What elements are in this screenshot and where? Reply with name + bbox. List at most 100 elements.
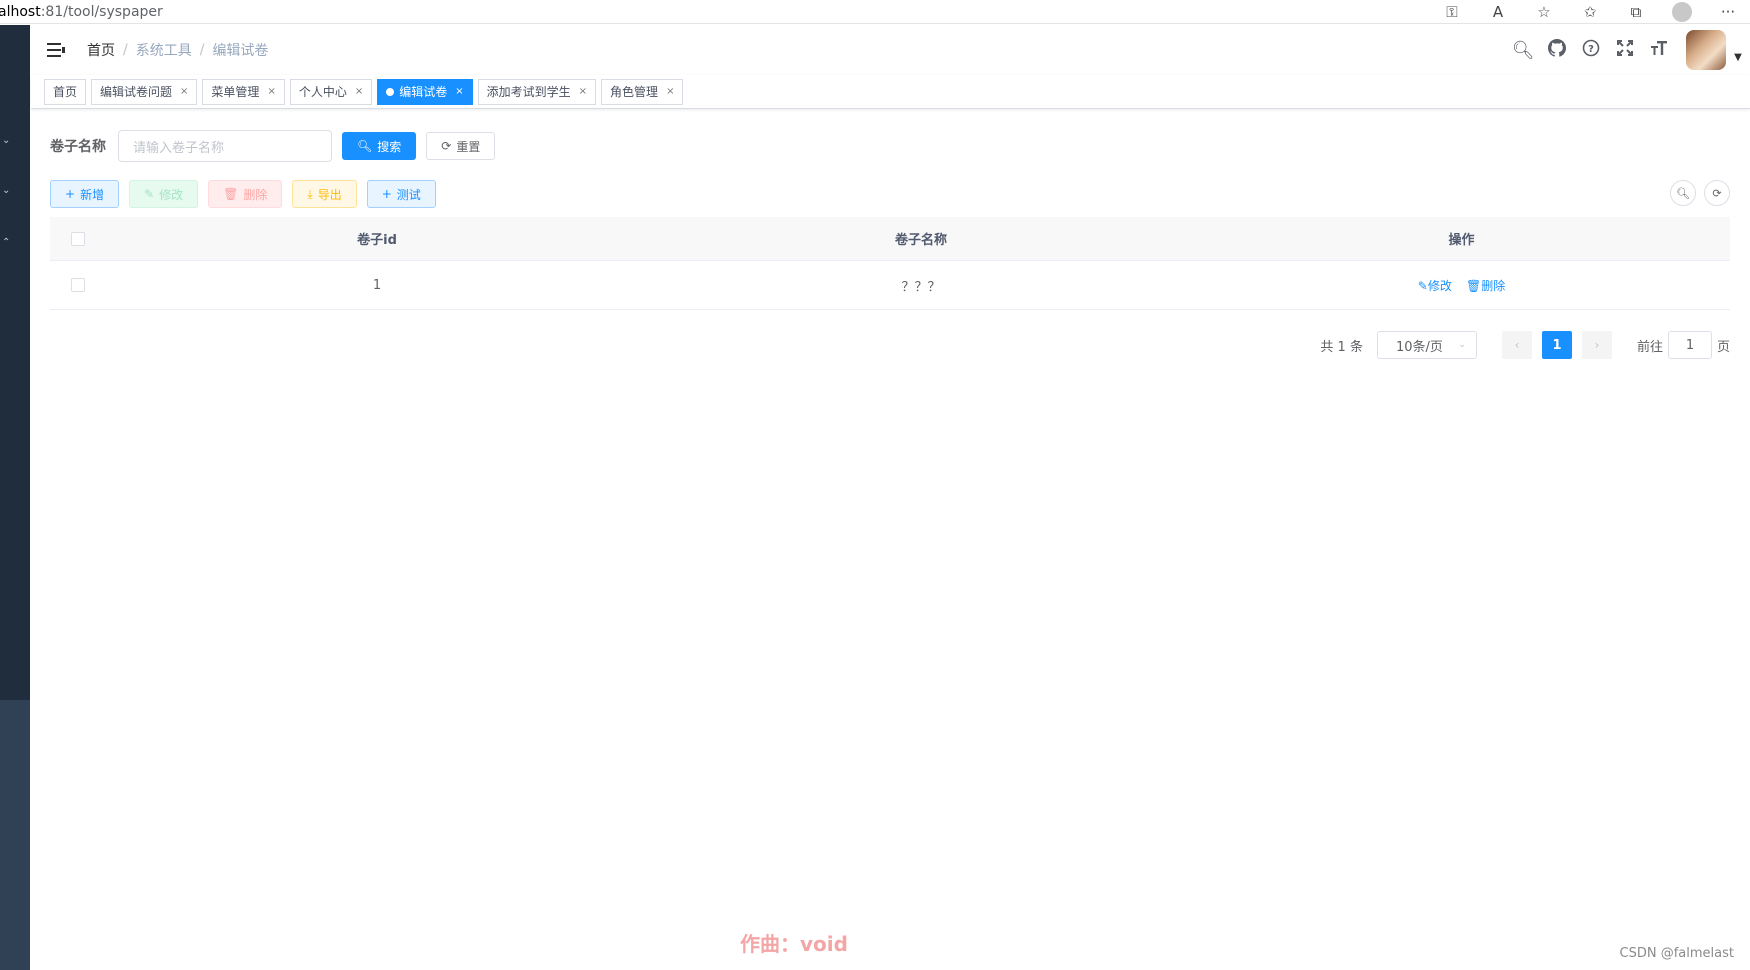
download-icon: ⤓ — [307, 186, 313, 201]
navbar-right-menu: 🔍︎ ? ▼ — [1506, 25, 1750, 75]
table-right-tools: 🔍︎ ⟳ — [1670, 180, 1730, 206]
plus-icon: + — [381, 187, 392, 201]
tag-label: 编辑试卷问题 — [100, 85, 173, 99]
url-host: alhost — [0, 3, 41, 20]
browser-profile-icon[interactable] — [1672, 2, 1692, 22]
breadcrumb: 首页 / 系统工具 / 编辑试卷 — [87, 40, 268, 60]
edit-label: 修改 — [159, 187, 184, 202]
test-button[interactable]: + 测试 — [366, 180, 436, 208]
page-number-current[interactable]: 1 — [1541, 331, 1572, 359]
toggle-search-icon[interactable]: 🔍︎ — [1670, 180, 1696, 206]
search-icon: 🔍︎ — [357, 139, 373, 153]
refresh-icon[interactable]: ⟳ — [1704, 180, 1730, 206]
row-select-cell — [50, 278, 105, 292]
select-all-cell — [50, 231, 105, 246]
tag-edit-paper-questions[interactable]: 编辑试卷问题 × — [91, 78, 198, 105]
favorite-add-icon[interactable]: ☆ — [1534, 4, 1554, 20]
refresh-icon: ⟳ — [441, 139, 452, 153]
edit-icon: ✎ — [1417, 278, 1428, 293]
close-icon[interactable]: × — [455, 86, 463, 97]
chevron-up-icon[interactable]: ⌃ — [2, 237, 16, 248]
search-placeholder: 请输入卷子名称 — [133, 140, 225, 156]
tag-label: 角色管理 — [610, 85, 659, 99]
paper-name-input[interactable]: 请输入卷子名称 — [118, 130, 332, 162]
page-size-select[interactable]: 10条/页 ⌄ — [1376, 331, 1477, 359]
close-icon[interactable]: × — [267, 86, 275, 97]
breadcrumb-home[interactable]: 首页 — [87, 40, 115, 60]
favorites-icon[interactable]: ✩ — [1580, 4, 1600, 20]
csdn-credit: CSDN @falmelast — [1619, 946, 1734, 961]
data-table: 卷子id 卷子名称 操作 1 ？？？ ✎修改 🗑︎删除 — [50, 217, 1730, 310]
goto-value: 1 — [1685, 337, 1695, 353]
search-icon[interactable]: 🔍︎ — [1506, 40, 1540, 61]
search-button[interactable]: 🔍︎ 搜索 — [342, 132, 417, 160]
key-icon[interactable]: ⚿ — [1442, 4, 1462, 20]
column-header-name: 卷子名称 — [894, 233, 947, 248]
row-delete-label: 删除 — [1481, 278, 1506, 293]
more-icon[interactable]: ··· — [1718, 4, 1738, 20]
font-size-icon[interactable] — [1642, 39, 1676, 62]
hamburger-icon[interactable] — [47, 43, 65, 57]
delete-label: 删除 — [243, 187, 268, 202]
edit-button[interactable]: ✎ 修改 — [129, 180, 199, 208]
table-row: 1 ？？？ ✎修改 🗑︎删除 — [50, 261, 1730, 310]
pagination: 共 1 条 10条/页 ⌄ ‹ 1 › 前往 1 页 — [1320, 331, 1730, 359]
next-page-button[interactable]: › — [1581, 331, 1612, 359]
browser-toolbar: ⚿ A ☆ ✩ ⧉ ··· — [1442, 0, 1738, 24]
close-icon[interactable]: × — [180, 86, 188, 97]
url-path: :81/tool/syspaper — [40, 3, 163, 20]
tag-label: 首页 — [53, 85, 78, 99]
chevron-left-icon: ‹ — [1514, 338, 1520, 352]
row-delete-button[interactable]: 🗑︎删除 — [1466, 279, 1505, 293]
chevron-down-icon[interactable]: ⌄ — [2, 185, 16, 196]
close-icon[interactable]: × — [355, 86, 363, 97]
pagination-total: 共 1 条 — [1320, 339, 1363, 355]
search-label: 卷子名称 — [50, 139, 106, 155]
delete-button[interactable]: 🗑︎ 删除 — [208, 180, 283, 208]
column-header-actions: 操作 — [1448, 233, 1475, 248]
search-form: 卷子名称 请输入卷子名称 🔍︎ 搜索 ⟳ 重置 — [50, 130, 496, 162]
help-icon[interactable]: ? — [1574, 39, 1608, 62]
row-checkbox[interactable] — [70, 278, 85, 292]
url-text[interactable]: alhost:81/tool/syspaper — [0, 4, 163, 20]
export-button[interactable]: ⤓ 导出 — [292, 180, 357, 208]
chevron-down-icon[interactable]: ⌄ — [2, 135, 16, 146]
tag-add-exam-to-student[interactable]: 添加考试到学生 × — [477, 78, 597, 105]
tag-profile[interactable]: 个人中心 × — [289, 78, 373, 105]
close-icon[interactable]: × — [579, 86, 587, 97]
toolbar: + 新增 ✎ 修改 🗑︎ 删除 ⤓ 导出 + 测试 🔍︎ ⟳ — [50, 180, 1730, 208]
sidebar: ⌄ ⌄ ⌃ — [0, 25, 30, 970]
svg-text:?: ? — [1588, 44, 1594, 55]
chevron-right-icon: › — [1594, 338, 1600, 352]
tag-label: 添加考试到学生 — [486, 85, 571, 99]
watermark-text: 作曲：void — [740, 932, 848, 956]
add-button[interactable]: + 新增 — [50, 180, 120, 208]
tag-home[interactable]: 首页 — [44, 78, 87, 105]
chevron-down-icon: ⌄ — [1458, 340, 1466, 350]
tag-role-management[interactable]: 角色管理 × — [601, 78, 684, 105]
select-all-checkbox[interactable] — [70, 231, 85, 246]
reset-button[interactable]: ⟳ 重置 — [426, 132, 496, 160]
tag-menu-management[interactable]: 菜单管理 × — [202, 78, 285, 105]
tag-label: 菜单管理 — [211, 85, 260, 99]
fullscreen-icon[interactable] — [1608, 39, 1642, 62]
prev-page-button[interactable]: ‹ — [1501, 331, 1532, 359]
trash-icon: 🗑︎ — [1465, 278, 1482, 293]
breadcrumb-current: 编辑试卷 — [212, 43, 269, 59]
tag-edit-paper[interactable]: 编辑试卷 × — [377, 78, 473, 105]
caret-down-icon[interactable]: ▼ — [1726, 38, 1750, 63]
read-aloud-icon[interactable]: A — [1488, 4, 1508, 20]
tag-label: 个人中心 — [298, 85, 347, 99]
user-avatar[interactable] — [1686, 30, 1726, 70]
collections-icon[interactable]: ⧉ — [1626, 4, 1646, 20]
browser-address-bar: alhost:81/tool/syspaper ⚿ A ☆ ✩ ⧉ ··· — [0, 0, 1750, 24]
close-icon[interactable]: × — [666, 86, 674, 97]
row-edit-button[interactable]: ✎修改 — [1418, 279, 1452, 293]
github-icon[interactable] — [1540, 38, 1574, 62]
cell-id: 1 — [372, 277, 382, 293]
goto-page-input[interactable]: 1 — [1667, 331, 1712, 359]
active-dot-icon — [386, 87, 395, 96]
goto-suffix: 页 — [1716, 339, 1730, 355]
cell-name: ？？？ — [901, 279, 941, 295]
add-label: 新增 — [80, 187, 105, 202]
